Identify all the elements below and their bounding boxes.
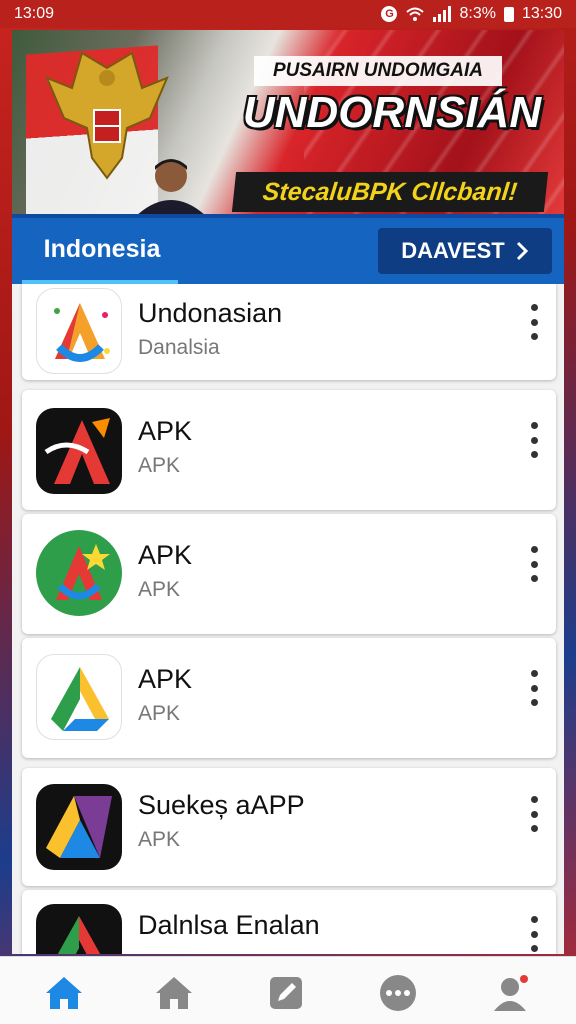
home-icon[interactable]	[42, 971, 86, 1015]
tab-indonesia[interactable]: Indonesia	[22, 218, 182, 284]
drive-multicolor-icon	[36, 904, 122, 954]
status-time: 13:09	[14, 5, 55, 22]
status-bar: 13:09 G 8:3% 13:30	[0, 0, 576, 28]
app-title: Dalnlsa Enalan	[138, 910, 320, 940]
more-icon[interactable]	[376, 971, 420, 1015]
more-options-icon[interactable]	[524, 916, 544, 952]
bottom-nav	[0, 956, 576, 1024]
list-item[interactable]: APK APK	[22, 638, 556, 758]
signal-icon	[433, 6, 452, 22]
daavest-button[interactable]: DAAVEST	[378, 228, 552, 274]
profile-icon[interactable]	[490, 971, 534, 1015]
wifi-icon	[406, 7, 425, 21]
drive-black-icon	[36, 784, 122, 870]
person-image	[138, 159, 204, 214]
app-subtitle: APK	[138, 702, 181, 725]
banner-subtitle: PUSAIRN UNDOMGAIA	[254, 56, 502, 86]
edit-icon[interactable]	[264, 971, 308, 1015]
more-options-icon[interactable]	[524, 422, 544, 458]
banner-title: UNDORNSIÁN	[242, 88, 542, 137]
app-subtitle: APK	[138, 454, 181, 477]
home-outline-icon[interactable]	[152, 971, 196, 1015]
green-circle-a-icon	[36, 530, 122, 616]
status-clock: 13:30	[521, 5, 562, 22]
more-options-icon[interactable]	[524, 670, 544, 706]
app-list[interactable]: Undonasian Danalsia APK APK APK APK APK …	[12, 284, 564, 954]
notification-badge-icon: G	[381, 6, 398, 22]
app-title: Undonasian	[138, 298, 283, 328]
colorful-a-icon	[36, 288, 122, 374]
banner-tagline: StecaluBPK Cllcbanl!	[231, 172, 549, 212]
app-subtitle: APK	[138, 828, 181, 851]
app-title: Suekeș aAPP	[138, 790, 305, 820]
more-options-icon[interactable]	[524, 546, 544, 582]
app-subtitle: APK	[138, 578, 181, 601]
more-options-icon[interactable]	[524, 304, 544, 340]
more-options-icon[interactable]	[524, 796, 544, 832]
red-a-black-icon	[36, 408, 122, 494]
status-icons: G 8:3% 13:30	[381, 5, 562, 23]
list-item[interactable]: APK APK	[22, 390, 556, 510]
app-title: APK	[138, 664, 193, 694]
battery-percent: 8:3%	[459, 5, 496, 22]
app-title: APK	[138, 540, 193, 570]
battery-icon	[503, 6, 514, 22]
list-item[interactable]: Undonasian Danalsia	[22, 284, 556, 380]
app-subtitle: Danalsia	[138, 336, 220, 359]
tab-bar: Indonesia DAAVEST	[12, 214, 564, 284]
app-title: APK	[138, 416, 193, 446]
drive-triangle-icon	[36, 654, 122, 740]
list-item[interactable]: Dalnlsa Enalan	[22, 890, 556, 954]
list-item[interactable]: APK APK	[22, 514, 556, 634]
list-item[interactable]: Suekeș aAPP APK	[22, 768, 556, 886]
chevron-right-icon	[516, 241, 528, 261]
promo-banner[interactable]: PUSAIRN UNDOMGAIA UNDORNSIÁN StecaluBPK …	[12, 30, 564, 214]
daavest-label: DAAVEST	[401, 238, 505, 263]
